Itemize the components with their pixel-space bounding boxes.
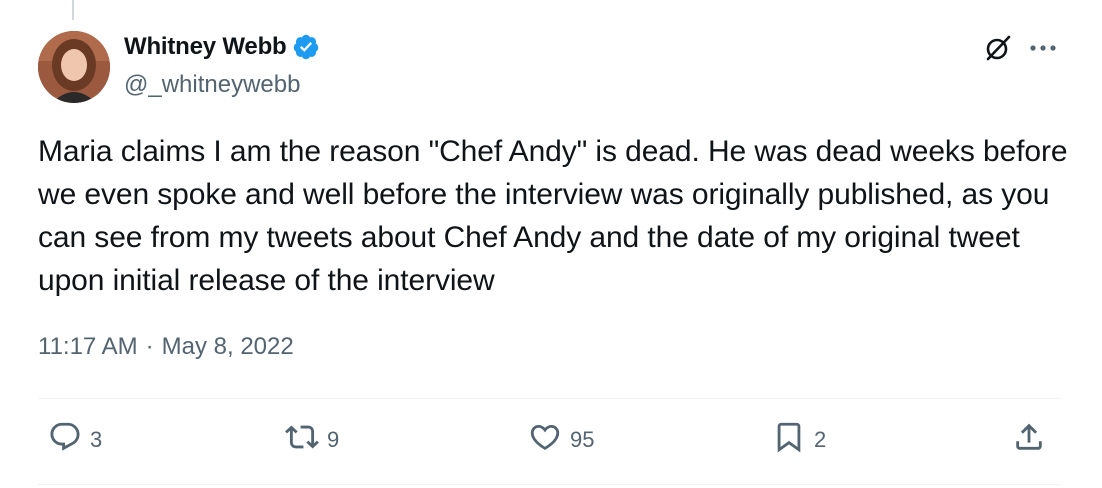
repost-count: 9 [327,427,340,452]
share-icon [1012,420,1046,460]
author-name-row[interactable]: Whitney Webb [124,33,320,61]
tweet-text: Maria claims I am the reason "Chef Andy"… [38,135,1068,297]
divider [38,484,1060,485]
repost-button[interactable]: 9 [285,420,339,460]
tweet-date[interactable]: May 8, 2022 [162,333,294,361]
tweet-time[interactable]: 11:17 AM [38,333,138,361]
avatar[interactable] [38,31,110,103]
more-icon[interactable] [1028,38,1058,58]
action-bar: 3 9 95 2 [38,420,1060,466]
bookmark-count: 2 [814,427,827,452]
bookmark-icon [772,420,806,460]
reply-icon [48,420,82,460]
share-button[interactable] [1012,420,1046,460]
avatar-image [38,31,110,103]
author-display-name[interactable]: Whitney Webb [124,33,287,61]
bookmark-button[interactable]: 2 [772,420,826,460]
grok-icon[interactable] [982,32,1014,64]
like-count: 95 [570,427,595,452]
author-handle[interactable]: @_whitneywebb [124,71,300,99]
like-button[interactable]: 95 [528,420,594,460]
thread-connector-line [72,0,74,20]
reply-count: 3 [90,427,103,452]
like-icon [528,420,562,460]
tweet-metadata: 11:17 AM · May 8, 2022 [38,333,294,361]
repost-icon [285,420,319,460]
divider [38,398,1060,399]
verified-badge-icon [292,33,320,61]
reply-button[interactable]: 3 [48,420,102,460]
meta-separator: · [145,333,154,360]
